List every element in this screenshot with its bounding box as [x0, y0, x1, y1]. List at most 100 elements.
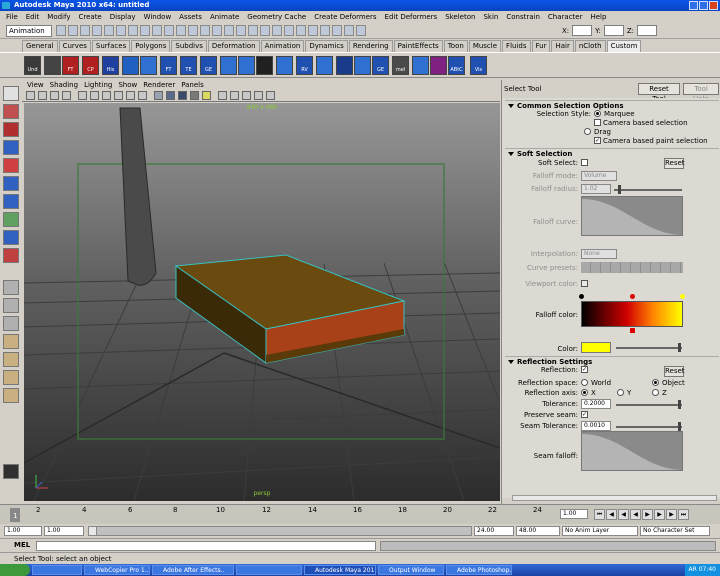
hq-render-icon[interactable]: [266, 91, 275, 100]
wireframe-icon[interactable]: [154, 91, 163, 100]
reflection-axis-y-radio[interactable]: [617, 389, 624, 396]
taskbar-item-webcopier[interactable]: WebCopier Pro 1..: [84, 565, 150, 575]
shelf-ge-icon[interactable]: GE: [200, 56, 217, 75]
field-chart-icon[interactable]: [126, 91, 135, 100]
shelf-history-icon[interactable]: His: [102, 56, 119, 75]
tab-subdivs[interactable]: Subdivs: [171, 40, 207, 52]
shelf-tool7-icon[interactable]: [354, 56, 371, 75]
layout-hypershade-icon[interactable]: [3, 370, 19, 385]
layout-single-icon[interactable]: [3, 280, 19, 295]
menu-geometry-cache[interactable]: Geometry Cache: [243, 11, 310, 23]
tab-dynamics[interactable]: Dynamics: [305, 40, 348, 52]
safe-action-icon[interactable]: [138, 91, 147, 100]
command-input[interactable]: [36, 541, 376, 551]
panel-menu-panels[interactable]: Panels: [178, 80, 207, 90]
falloff-color-ramp[interactable]: [581, 301, 683, 327]
play-backward-icon[interactable]: ◀: [630, 509, 641, 520]
maximize-button[interactable]: [699, 1, 708, 10]
lock-selection-icon[interactable]: [224, 25, 234, 36]
mask-joints-icon[interactable]: [140, 25, 150, 36]
menu-skeleton[interactable]: Skeleton: [441, 11, 479, 23]
tool-settings-scrollbar[interactable]: [512, 495, 717, 501]
shelf-freeze-icon[interactable]: FT: [62, 56, 79, 75]
panel-menu-view[interactable]: View: [24, 80, 47, 90]
current-time-field[interactable]: 1.00: [560, 509, 588, 519]
tab-curves[interactable]: Curves: [58, 40, 91, 52]
step-forward-icon[interactable]: ▶: [666, 509, 677, 520]
soft-mod-icon[interactable]: [3, 212, 19, 227]
input-language[interactable]: AR: [689, 566, 697, 573]
shelf-tool8-icon[interactable]: [412, 56, 429, 75]
mask-dynamics-icon[interactable]: [188, 25, 198, 36]
tab-painteffects[interactable]: PaintEffects: [393, 40, 443, 52]
camera-based-selection-checkbox[interactable]: [594, 119, 601, 126]
shelf-vis-icon[interactable]: Vis: [470, 56, 487, 75]
camera-attr-icon[interactable]: [38, 91, 47, 100]
mask-deformers-icon[interactable]: [176, 25, 186, 36]
shelf-tool6-icon[interactable]: [336, 56, 353, 75]
move-tool-icon[interactable]: [3, 140, 19, 155]
panel-menu-shading[interactable]: Shading: [47, 80, 81, 90]
lights-icon[interactable]: [202, 91, 211, 100]
step-back-icon[interactable]: ◀: [606, 509, 617, 520]
tolerance-slider[interactable]: [616, 400, 682, 409]
ramp-handle-red[interactable]: [630, 294, 635, 299]
tab-deformation[interactable]: Deformation: [207, 40, 260, 52]
open-scene-icon[interactable]: [68, 25, 78, 36]
tab-toon[interactable]: Toon: [443, 40, 468, 52]
tab-custom[interactable]: Custom: [606, 40, 642, 52]
panel-menu-renderer[interactable]: Renderer: [140, 80, 178, 90]
taskbar-item-quicklaunch[interactable]: [32, 565, 82, 575]
render-frame-icon[interactable]: [320, 25, 330, 36]
select-component-icon[interactable]: [116, 25, 126, 36]
end-time-field[interactable]: 48.00: [516, 526, 560, 536]
tab-rendering[interactable]: Rendering: [348, 40, 393, 52]
curve-presets-strip[interactable]: [581, 262, 683, 273]
seam-tolerance-field[interactable]: 0.0010: [581, 421, 611, 431]
tolerance-field[interactable]: 0.2000: [581, 399, 611, 409]
new-scene-icon[interactable]: [56, 25, 66, 36]
menu-help[interactable]: Help: [586, 11, 610, 23]
z-field[interactable]: [637, 25, 658, 36]
reflection-space-object-radio[interactable]: [652, 379, 659, 386]
ipr-render-icon[interactable]: [332, 25, 342, 36]
layout-outliner-icon[interactable]: [3, 334, 19, 349]
layout-persp-graph-icon[interactable]: [3, 388, 19, 403]
shelf-rotate-icon[interactable]: [140, 56, 157, 75]
shelf-tool3-icon[interactable]: [256, 56, 273, 75]
menu-edit-deformers[interactable]: Edit Deformers: [381, 11, 442, 23]
tab-fur[interactable]: Fur: [531, 40, 551, 52]
snap-grid-icon[interactable]: [248, 25, 258, 36]
falloff-curve-graph[interactable]: [581, 196, 683, 236]
construction-history-icon[interactable]: [308, 25, 318, 36]
snap-point-icon[interactable]: [272, 25, 282, 36]
layout-two-icon[interactable]: [3, 316, 19, 331]
anim-layer-select[interactable]: No Anim Layer: [562, 526, 638, 536]
falloff-radius-slider[interactable]: [614, 185, 682, 194]
menu-create-deformers[interactable]: Create Deformers: [310, 11, 380, 23]
textured-icon[interactable]: [190, 91, 199, 100]
taskbar-item-folder[interactable]: [236, 565, 302, 575]
shelf-mel-icon[interactable]: mel: [392, 56, 409, 75]
rotate-tool-icon[interactable]: [3, 158, 19, 173]
camera-select-icon[interactable]: [26, 91, 35, 100]
menu-edit[interactable]: Edit: [22, 11, 44, 23]
time-slider[interactable]: 1 2 4 6 8 10 12 14 16 18 20 22 24 1.00 ⏮…: [0, 504, 720, 524]
paint-select-icon[interactable]: [3, 122, 19, 137]
film-gate-icon[interactable]: [90, 91, 99, 100]
mask-misc-icon[interactable]: [212, 25, 222, 36]
menu-modify[interactable]: Modify: [43, 11, 74, 23]
shelf-te-icon[interactable]: TE: [180, 56, 197, 75]
taskbar-item-photoshop[interactable]: Adobe Photoshop..: [446, 565, 512, 575]
minimize-button[interactable]: [689, 1, 698, 10]
lasso-tool-icon[interactable]: [3, 104, 19, 119]
manipulator-icon[interactable]: [3, 194, 19, 209]
falloff-mode-select[interactable]: Volume: [581, 171, 617, 181]
reflection-axis-z-radio[interactable]: [652, 389, 659, 396]
color-slider[interactable]: [616, 343, 682, 352]
save-scene-icon[interactable]: [80, 25, 90, 36]
make-live-icon[interactable]: [296, 25, 306, 36]
reflection-axis-x-radio[interactable]: [581, 389, 588, 396]
playback-end-field[interactable]: 24.00: [474, 526, 514, 536]
xray-icon[interactable]: [230, 91, 239, 100]
